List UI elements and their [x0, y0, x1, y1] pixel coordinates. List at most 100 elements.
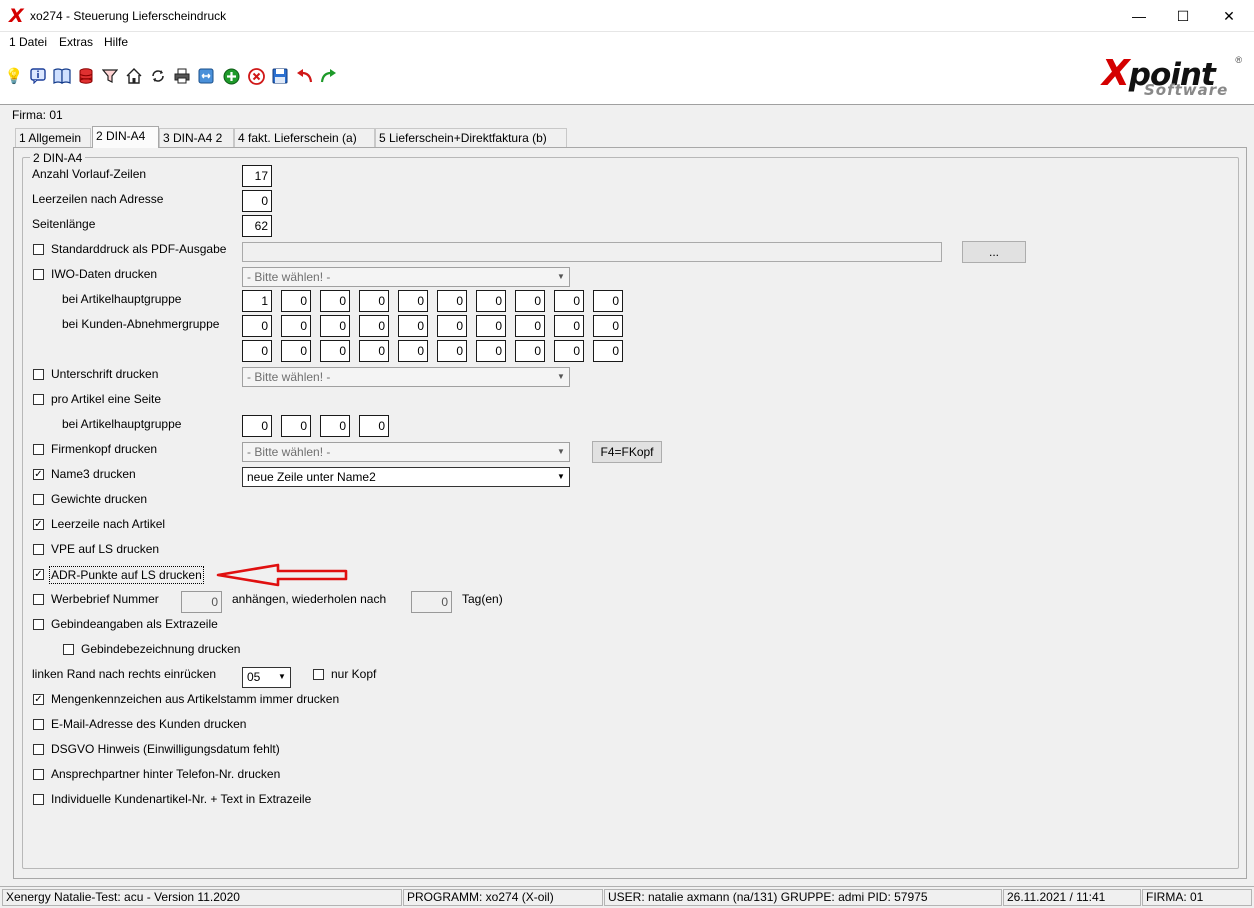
kundengruppe-input-1[interactable]: 0: [242, 315, 272, 337]
pdf-browse-button[interactable]: ...: [962, 241, 1026, 263]
kundengruppe2-input-10[interactable]: 0: [593, 340, 623, 362]
leerzeile-artikel-checkbox[interactable]: ✓: [33, 519, 44, 530]
iwo-select[interactable]: - Bitte wählen! - ▼: [242, 267, 570, 287]
vorlauf-input[interactable]: 17: [242, 165, 272, 187]
minimize-button[interactable]: —: [1116, 0, 1162, 32]
dsgvo-checkbox[interactable]: [33, 744, 44, 755]
gebindebez-checkbox[interactable]: [63, 644, 74, 655]
unterschrift-select[interactable]: - Bitte wählen! - ▼: [242, 367, 570, 387]
fkopf-button[interactable]: F4=FKopf: [592, 441, 662, 463]
printer-icon[interactable]: [172, 66, 192, 86]
kundengruppe-input-10[interactable]: 0: [593, 315, 623, 337]
leerzeilen-input[interactable]: 0: [242, 190, 272, 212]
vpe-label: VPE auf LS drucken: [51, 542, 160, 556]
artikelhauptgruppe-input-7[interactable]: 0: [476, 290, 506, 312]
tab-din-a4-2[interactable]: 3 DIN-A4 2: [159, 128, 234, 148]
seitenlaenge-label: Seitenlänge: [32, 217, 96, 231]
nurkopf-checkbox[interactable]: [313, 669, 324, 680]
rand-select[interactable]: 05 ▼: [242, 667, 291, 688]
kundengruppe-input-5[interactable]: 0: [398, 315, 428, 337]
maximize-button[interactable]: ☐: [1160, 0, 1206, 32]
pdf-path-input[interactable]: [242, 242, 942, 262]
database-icon[interactable]: [76, 66, 96, 86]
refresh-icon[interactable]: [148, 66, 168, 86]
gewichte-checkbox[interactable]: [33, 494, 44, 505]
email-checkbox[interactable]: [33, 719, 44, 730]
kundengruppe2-input-1[interactable]: 0: [242, 340, 272, 362]
adr-checkbox[interactable]: ✓: [33, 569, 44, 580]
tab-din-a4[interactable]: 2 DIN-A4: [92, 126, 159, 148]
pdf-checkbox[interactable]: [33, 244, 44, 255]
artikelhauptgruppe-input-2[interactable]: 0: [281, 290, 311, 312]
tab-lieferschein-direktfaktura[interactable]: 5 Lieferschein+Direktfaktura (b): [375, 128, 567, 148]
proartikel-checkbox[interactable]: [33, 394, 44, 405]
undo-icon[interactable]: [294, 66, 314, 86]
firmenkopf-label: Firmenkopf drucken: [51, 442, 158, 456]
kundengruppe2-input-3[interactable]: 0: [320, 340, 350, 362]
close-button[interactable]: ✕: [1206, 0, 1252, 32]
proartikel-input-1[interactable]: 0: [242, 415, 272, 437]
artikelhauptgruppe-input-4[interactable]: 0: [359, 290, 389, 312]
seitenlaenge-input[interactable]: 62: [242, 215, 272, 237]
tage-input[interactable]: 0: [411, 591, 452, 613]
kundengruppe2-input-7[interactable]: 0: [476, 340, 506, 362]
kundengruppe2-input-2[interactable]: 0: [281, 340, 311, 362]
kundengruppe2-input-5[interactable]: 0: [398, 340, 428, 362]
kundengruppe2-input-9[interactable]: 0: [554, 340, 584, 362]
iwo-label: IWO-Daten drucken: [51, 267, 158, 281]
kundengruppe-input-8[interactable]: 0: [515, 315, 545, 337]
artikelhauptgruppe-input-9[interactable]: 0: [554, 290, 584, 312]
menu-hilfe[interactable]: Hilfe: [104, 35, 128, 49]
save-icon[interactable]: [270, 66, 290, 86]
proartikel-input-3[interactable]: 0: [320, 415, 350, 437]
home-icon[interactable]: [124, 66, 144, 86]
red-arrow-annotation: [216, 563, 348, 587]
name3-checkbox[interactable]: ✓: [33, 469, 44, 480]
kundengruppe2-input-6[interactable]: 0: [437, 340, 467, 362]
tab-allgemein[interactable]: 1 Allgemein: [15, 128, 91, 148]
individuell-checkbox[interactable]: [33, 794, 44, 805]
kundengruppe-input-6[interactable]: 0: [437, 315, 467, 337]
window-title: xo274 - Steuerung Lieferscheindruck: [30, 9, 227, 23]
artikelhauptgruppe-input-10[interactable]: 0: [593, 290, 623, 312]
book-icon[interactable]: [52, 66, 72, 86]
werbebrief-number-input[interactable]: 0: [181, 591, 222, 613]
menu-extras[interactable]: Extras: [59, 35, 93, 49]
gebinde-checkbox[interactable]: [33, 619, 44, 630]
info-icon[interactable]: [28, 66, 48, 86]
kundengruppe-input-2[interactable]: 0: [281, 315, 311, 337]
filter-icon[interactable]: [100, 66, 120, 86]
firmenkopf-select[interactable]: - Bitte wählen! - ▼: [242, 442, 570, 462]
unterschrift-checkbox[interactable]: [33, 369, 44, 380]
artikelhauptgruppe-input-6[interactable]: 0: [437, 290, 467, 312]
lightbulb-icon[interactable]: 💡: [4, 66, 24, 86]
artikelhauptgruppe-input-8[interactable]: 0: [515, 290, 545, 312]
iwo-checkbox[interactable]: [33, 269, 44, 280]
tab-fakt-lieferschein[interactable]: 4 fakt. Lieferschein (a): [234, 128, 375, 148]
kundengruppe-input-9[interactable]: 0: [554, 315, 584, 337]
proartikel-input-2[interactable]: 0: [281, 415, 311, 437]
kundengruppe-input-7[interactable]: 0: [476, 315, 506, 337]
firmenkopf-checkbox[interactable]: [33, 444, 44, 455]
vpe-checkbox[interactable]: [33, 544, 44, 555]
redo-icon[interactable]: [318, 66, 338, 86]
artikelhauptgruppe-input-5[interactable]: 0: [398, 290, 428, 312]
mengen-checkbox[interactable]: ✓: [33, 694, 44, 705]
firma-label: Firma: 01: [12, 108, 63, 122]
artikelhauptgruppe-input-1[interactable]: 1: [242, 290, 272, 312]
kundengruppe2-input-4[interactable]: 0: [359, 340, 389, 362]
proartikel-input-4[interactable]: 0: [359, 415, 389, 437]
kundengruppe2-input-8[interactable]: 0: [515, 340, 545, 362]
kundengruppe-input-4[interactable]: 0: [359, 315, 389, 337]
chevron-down-icon: ▼: [278, 672, 286, 681]
add-icon[interactable]: [221, 66, 241, 86]
artikelhauptgruppe-input-3[interactable]: 0: [320, 290, 350, 312]
kundengruppe-input-3[interactable]: 0: [320, 315, 350, 337]
delete-icon[interactable]: [246, 66, 266, 86]
chevron-down-icon: ▼: [557, 472, 565, 481]
ansprech-checkbox[interactable]: [33, 769, 44, 780]
werbebrief-checkbox[interactable]: [33, 594, 44, 605]
menu-datei[interactable]: 1 Datei: [9, 35, 47, 49]
name3-select[interactable]: neue Zeile unter Name2 ▼: [242, 467, 570, 487]
link-icon[interactable]: [196, 66, 216, 86]
